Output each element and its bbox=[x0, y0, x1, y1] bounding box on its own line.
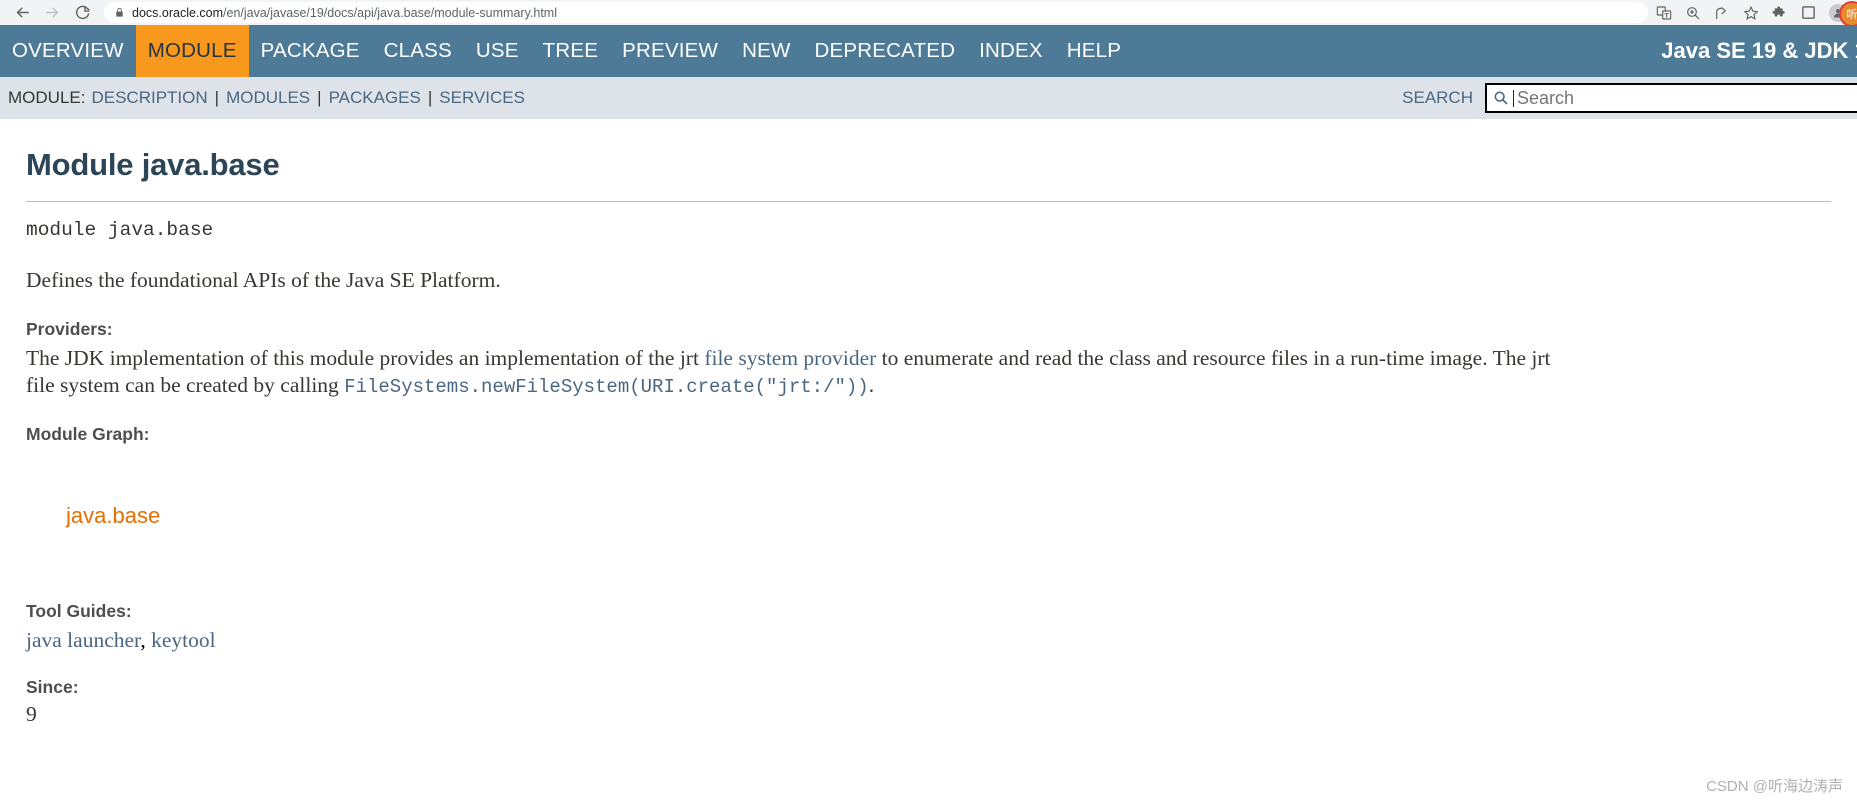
file-system-provider-link[interactable]: file system provider bbox=[704, 346, 876, 370]
url-host: docs.oracle.com bbox=[132, 5, 224, 20]
reload-icon[interactable] bbox=[68, 2, 96, 24]
nav-item-help[interactable]: HELP bbox=[1055, 25, 1133, 77]
nav-item-use[interactable]: USE bbox=[464, 25, 531, 77]
back-arrow-icon[interactable] bbox=[8, 2, 36, 24]
subnav-link-modules[interactable]: MODULES bbox=[226, 88, 310, 108]
search-area: SEARCH Search bbox=[1402, 83, 1857, 113]
nav-item-index[interactable]: INDEX bbox=[967, 25, 1055, 77]
tool-guides-separator: , bbox=[140, 627, 152, 652]
text-caret bbox=[1513, 89, 1514, 107]
javadoc-nav-list: OVERVIEW MODULE PACKAGE CLASS USE TREE P… bbox=[0, 25, 1133, 77]
navigation-buttons bbox=[8, 2, 96, 24]
nav-item-module[interactable]: MODULE bbox=[135, 25, 249, 77]
providers-text: The JDK implementation of this module pr… bbox=[26, 345, 1566, 400]
address-bar[interactable]: docs.oracle.com/en/java/javase/19/docs/a… bbox=[104, 2, 1648, 23]
module-graph-label: Module Graph: bbox=[26, 423, 150, 444]
tool-guides-label: Tool Guides: bbox=[26, 600, 132, 621]
tool-guide-link-java-launcher[interactable]: java launcher bbox=[26, 628, 140, 652]
module-graph-figure[interactable]: java.base bbox=[26, 481, 1831, 577]
module-declaration: module java.base bbox=[26, 219, 214, 241]
url-text: docs.oracle.com/en/java/javase/19/docs/a… bbox=[132, 6, 557, 20]
account-badge[interactable]: 听 bbox=[1839, 1, 1857, 27]
search-label: SEARCH bbox=[1402, 88, 1473, 107]
url-path: /en/java/javase/19/docs/api/java.base/mo… bbox=[223, 5, 557, 20]
watermark: CSDN @听海边涛声 bbox=[1706, 778, 1843, 795]
search-placeholder: Search bbox=[1517, 87, 1575, 108]
extensions-puzzle-icon[interactable] bbox=[1772, 5, 1788, 21]
bookmark-star-icon[interactable] bbox=[1743, 5, 1759, 21]
subnav-link-description[interactable]: DESCRIPTION bbox=[91, 88, 207, 108]
search-magnifier-icon bbox=[1493, 90, 1509, 106]
module-graph-node-java-base[interactable]: java.base bbox=[66, 503, 160, 529]
main-content: Module java.base module java.base Define… bbox=[0, 119, 1857, 802]
sidebar-panel-icon[interactable] bbox=[1801, 5, 1816, 20]
page-title: Module java.base bbox=[26, 147, 280, 182]
javadoc-sub-navbar: MODULE: DESCRIPTION | MODULES | PACKAGES… bbox=[0, 77, 1857, 119]
share-icon[interactable] bbox=[1714, 5, 1730, 21]
search-input[interactable]: Search bbox=[1485, 83, 1857, 113]
nav-item-class[interactable]: CLASS bbox=[372, 25, 464, 77]
tool-guides-links: java launcher, keytool bbox=[26, 628, 1831, 653]
translate-icon[interactable] bbox=[1656, 5, 1672, 21]
providers-code-snippet: FileSystems.newFileSystem(URI.create("jr… bbox=[344, 376, 869, 399]
subnav-link-packages[interactable]: PACKAGES bbox=[329, 88, 421, 108]
subnav-link-services[interactable]: SERVICES bbox=[439, 88, 525, 108]
lock-icon bbox=[114, 6, 125, 19]
account-initial: 听 bbox=[1846, 9, 1857, 21]
since-value: 9 bbox=[26, 701, 37, 726]
nav-item-deprecated[interactable]: DEPRECATED bbox=[803, 25, 968, 77]
forward-arrow-icon[interactable] bbox=[38, 2, 66, 24]
providers-label: Providers: bbox=[26, 318, 113, 339]
title-divider bbox=[26, 201, 1831, 202]
subnav-separator: | bbox=[214, 88, 220, 107]
subnav-links: DESCRIPTION | MODULES | PACKAGES | SERVI… bbox=[91, 88, 524, 108]
providers-text-end: . bbox=[868, 373, 875, 398]
providers-text-before: The JDK implementation of this module pr… bbox=[26, 345, 705, 370]
zoom-icon[interactable] bbox=[1685, 5, 1701, 21]
tool-guide-link-keytool[interactable]: keytool bbox=[151, 628, 216, 652]
module-description: Defines the foundational APIs of the Jav… bbox=[26, 268, 501, 292]
browser-action-icons bbox=[1656, 3, 1849, 22]
javadoc-top-navbar: OVERVIEW MODULE PACKAGE CLASS USE TREE P… bbox=[0, 25, 1857, 77]
nav-item-preview[interactable]: PREVIEW bbox=[610, 25, 730, 77]
subnav-separator: | bbox=[427, 88, 433, 107]
browser-toolbar: docs.oracle.com/en/java/javase/19/docs/a… bbox=[0, 0, 1857, 27]
javadoc-release-title: Java SE 19 & JDK 19 bbox=[1661, 38, 1857, 63]
nav-item-new[interactable]: NEW bbox=[730, 25, 802, 77]
subnav-label: MODULE: bbox=[8, 88, 86, 107]
subnav-separator: | bbox=[317, 88, 322, 107]
nav-item-tree[interactable]: TREE bbox=[531, 25, 610, 77]
since-label: Since: bbox=[26, 676, 79, 697]
nav-item-overview[interactable]: OVERVIEW bbox=[0, 25, 136, 77]
nav-item-package[interactable]: PACKAGE bbox=[249, 25, 372, 77]
